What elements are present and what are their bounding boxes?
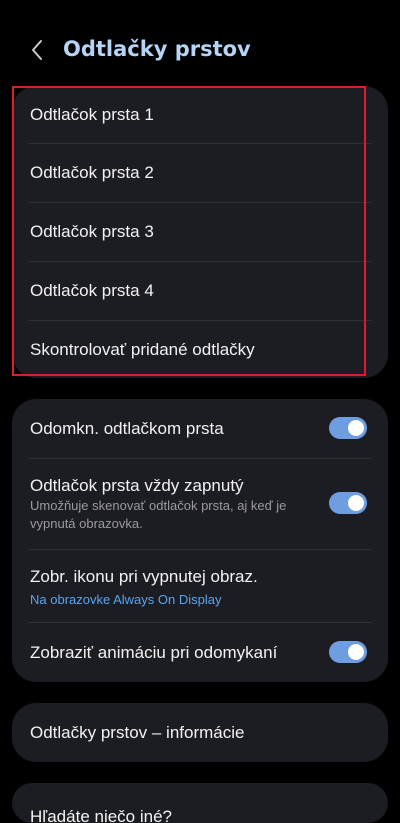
fingerprints-card: Odtlačok prsta 1 Odtlačok prsta 2 Odtlač… bbox=[12, 86, 388, 378]
unlock-with-fingerprint-row[interactable]: Odomkn. odtlačkom prsta bbox=[12, 399, 388, 458]
fingerprint-item-label: Odtlačok prsta 3 bbox=[30, 222, 154, 241]
toggle-knob bbox=[348, 420, 364, 436]
unlock-with-fingerprint-label: Odomkn. odtlačkom prsta bbox=[30, 419, 224, 438]
fingerprint-item-label: Odtlačok prsta 1 bbox=[30, 105, 154, 124]
toggle-knob bbox=[348, 495, 364, 511]
fingerprint-item-2[interactable]: Odtlačok prsta 2 bbox=[12, 144, 388, 202]
toggle-knob bbox=[348, 644, 364, 660]
fingerprint-item-label: Odtlačok prsta 4 bbox=[30, 281, 154, 300]
fingerprint-item-label: Odtlačok prsta 2 bbox=[30, 163, 154, 182]
always-on-fingerprint-row[interactable]: Odtlačok prsta vždy zapnutý Umožňuje ske… bbox=[12, 459, 388, 549]
fingerprint-item-3[interactable]: Odtlačok prsta 3 bbox=[12, 203, 388, 261]
always-on-fingerprint-description: Umožňuje skenovať odtlačok prsta, aj keď… bbox=[30, 498, 287, 531]
fingerprint-item-1[interactable]: Odtlačok prsta 1 bbox=[12, 86, 388, 143]
looking-for-something-else-title: Hľadáte niečo iné? bbox=[30, 807, 173, 823]
fingerprint-info-label: Odtlačky prstov – informácie bbox=[30, 723, 245, 742]
unlock-animation-toggle[interactable] bbox=[329, 641, 367, 663]
show-icon-screen-off-value: Na obrazovke Always On Display bbox=[30, 592, 222, 607]
fingerprint-item-4[interactable]: Odtlačok prsta 4 bbox=[12, 262, 388, 320]
unlock-animation-label: Zobraziť animáciu pri odomykaní bbox=[30, 643, 278, 662]
info-card[interactable]: Odtlačky prstov – informácie bbox=[12, 703, 388, 762]
check-fingerprints-label: Skontrolovať pridané odtlačky bbox=[30, 340, 255, 359]
show-icon-screen-off-row[interactable]: Zobr. ikonu pri vypnutej obraz. Na obraz… bbox=[12, 550, 388, 622]
settings-card: Odomkn. odtlačkom prsta Odtlačok prsta v… bbox=[12, 399, 388, 682]
header: Odtlačky prstov bbox=[0, 0, 400, 84]
chevron-left-icon[interactable] bbox=[28, 38, 48, 62]
check-fingerprints-item[interactable]: Skontrolovať pridané odtlačky bbox=[12, 321, 388, 378]
unlock-with-fingerprint-toggle[interactable] bbox=[329, 417, 367, 439]
always-on-fingerprint-label: Odtlačok prsta vždy zapnutý bbox=[30, 476, 244, 495]
unlock-animation-row[interactable]: Zobraziť animáciu pri odomykaní bbox=[12, 623, 388, 682]
show-icon-screen-off-label: Zobr. ikonu pri vypnutej obraz. bbox=[30, 567, 258, 586]
always-on-fingerprint-toggle[interactable] bbox=[329, 492, 367, 514]
page-title: Odtlačky prstov bbox=[63, 37, 251, 61]
looking-for-something-else-card: Hľadáte niečo iné? bbox=[12, 783, 388, 823]
